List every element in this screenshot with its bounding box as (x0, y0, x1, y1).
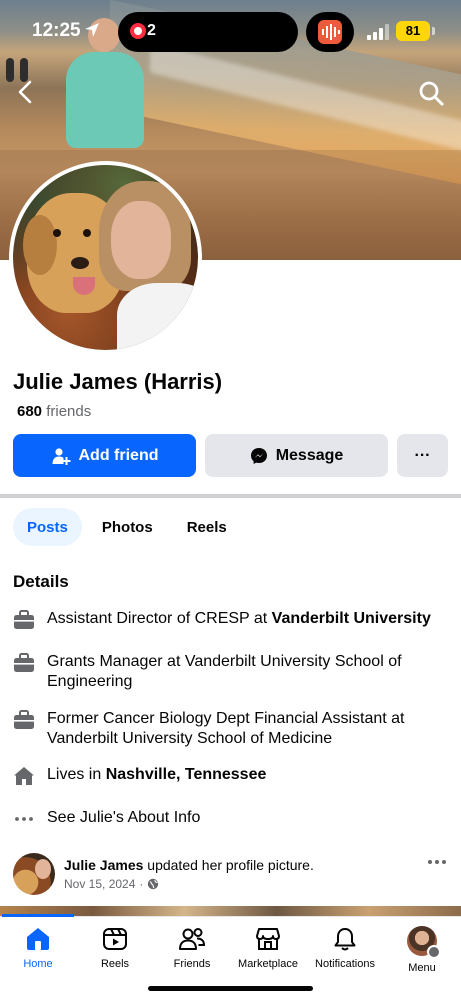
post-more-icon[interactable] (426, 852, 448, 872)
detail-text-bold[interactable]: Vanderbilt University (272, 610, 431, 627)
detail-text: Grants Manager at Vanderbilt University … (47, 653, 402, 690)
detail-item-work-2[interactable]: Grants Manager at Vanderbilt University … (13, 652, 453, 692)
more-options-icon: ··· (414, 446, 431, 464)
profile-name: Julie James (Harris) (13, 369, 223, 394)
detail-text-bold[interactable]: Nashville, Tennessee (106, 766, 267, 783)
home-icon (14, 767, 34, 785)
menu-badge-icon (427, 945, 441, 959)
friends-count[interactable]: 680 friends (17, 403, 91, 420)
home-indicator[interactable] (148, 986, 313, 991)
nav-label: Reels (100, 958, 130, 970)
detail-text: Lives in (47, 766, 106, 783)
add-friend-button[interactable]: Add friend (13, 434, 196, 477)
status-time: 12:25 (32, 20, 81, 41)
battery-indicator: 81 (396, 21, 430, 41)
detail-text: See Julie's About Info (47, 809, 201, 826)
reels-icon (103, 928, 127, 950)
add-friend-label: Add friend (78, 446, 159, 464)
home-icon (27, 928, 49, 950)
briefcase-icon (14, 610, 34, 629)
detail-text: Assistant Director of CRESP at (47, 610, 272, 627)
globe-icon (148, 878, 159, 890)
friends-number: 680 (17, 403, 43, 420)
more-options-button[interactable]: ··· (397, 434, 448, 477)
detail-text: Former Cancer Biology Dept Financial Ass… (47, 710, 405, 747)
nav-label: Home (23, 958, 53, 970)
add-person-icon (52, 447, 70, 465)
profile-picture[interactable] (13, 165, 198, 350)
detail-item-about-info[interactable]: See Julie's About Info (13, 808, 453, 830)
tab-photos[interactable]: Photos (88, 508, 167, 546)
briefcase-icon (14, 710, 34, 729)
nav-menu[interactable]: Menu (382, 926, 461, 974)
more-dots-icon (15, 817, 33, 821)
nav-home[interactable]: Home (0, 926, 78, 970)
briefcase-icon (14, 653, 34, 672)
nav-notifications[interactable]: Notifications (305, 926, 385, 970)
post-header: Julie James updated her profile picture. (64, 857, 314, 873)
nav-label: Menu (408, 962, 436, 974)
profile-avatar (407, 926, 441, 959)
friends-label: friends (46, 403, 92, 420)
detail-item-lives-in[interactable]: Lives in Nashville, Tennessee (13, 765, 453, 787)
messenger-icon (250, 447, 267, 464)
cellular-signal-icon (367, 24, 389, 40)
message-button[interactable]: Message (205, 434, 388, 477)
detail-item-work-1[interactable]: Assistant Director of CRESP at Vanderbil… (13, 609, 453, 631)
nav-marketplace[interactable]: Marketplace (228, 926, 308, 970)
location-arrow-icon (85, 23, 99, 37)
tab-reels[interactable]: Reels (173, 508, 241, 546)
post-action: updated her profile picture. (143, 857, 314, 873)
nav-label: Friends (173, 958, 211, 970)
post-author-avatar[interactable] (13, 853, 55, 895)
post-date[interactable]: Nov 15, 2024 (64, 877, 135, 891)
post-separator: · (139, 877, 144, 891)
nav-friends[interactable]: Friends (152, 926, 232, 970)
bell-icon (334, 928, 356, 951)
nav-label: Notifications (315, 958, 375, 970)
recording-icon (130, 23, 146, 39)
message-label: Message (275, 446, 344, 464)
post-meta: Nov 15, 2024 · (64, 877, 159, 891)
tab-posts[interactable]: Posts (13, 508, 82, 546)
active-tab-indicator (2, 914, 74, 917)
detail-item-work-3[interactable]: Former Cancer Biology Dept Financial Ass… (13, 709, 453, 749)
search-icon[interactable] (417, 79, 445, 107)
back-icon[interactable] (14, 78, 38, 106)
nav-reels[interactable]: Reels (75, 926, 155, 970)
section-divider (0, 494, 461, 498)
status-bar: 12:25 2 81 (0, 0, 461, 60)
details-heading: Details (13, 572, 69, 591)
friends-icon (179, 928, 206, 950)
nav-label: Marketplace (238, 958, 298, 970)
recording-count: 2 (147, 22, 156, 39)
profile-tabs: Posts Photos Reels (13, 508, 241, 546)
battery-tip (432, 27, 435, 35)
post-author[interactable]: Julie James (64, 857, 143, 873)
audio-wave-icon (318, 20, 342, 44)
marketplace-icon (256, 928, 280, 950)
